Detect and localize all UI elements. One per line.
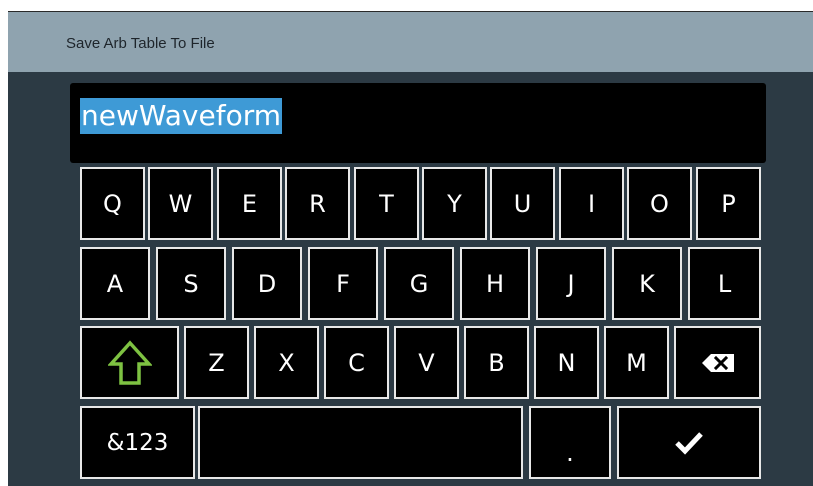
key-label: Q [103, 189, 122, 218]
key-e[interactable]: E [217, 167, 282, 240]
key-f[interactable]: F [308, 247, 378, 320]
key-s[interactable]: S [156, 247, 226, 320]
key-l[interactable]: L [688, 247, 761, 320]
dialog-title: Save Arb Table To File [66, 35, 215, 52]
key-label: N [557, 348, 576, 377]
key-label: D [257, 269, 277, 298]
key-label: O [650, 189, 669, 218]
key-label: V [418, 348, 435, 377]
key-j[interactable]: J [536, 247, 606, 320]
dialog-title-bar: Save Arb Table To File [8, 11, 813, 72]
shift-key[interactable] [80, 326, 179, 399]
key-b[interactable]: B [464, 326, 529, 399]
key-label: F [336, 269, 350, 298]
screen: Save Arb Table To File newWaveform Q W E… [8, 11, 813, 486]
key-label: H [485, 269, 505, 298]
key-h[interactable]: H [460, 247, 530, 320]
enter-key[interactable] [617, 406, 761, 479]
shift-arrow-icon [107, 339, 152, 385]
key-p[interactable]: P [696, 167, 761, 240]
key-label: K [639, 269, 655, 298]
key-q[interactable]: Q [80, 167, 145, 240]
key-d[interactable]: D [232, 247, 302, 320]
key-label: I [587, 189, 596, 218]
key-z[interactable]: Z [184, 326, 249, 399]
key-o[interactable]: O [627, 167, 692, 240]
key-label: B [488, 348, 505, 377]
key-label: C [348, 348, 365, 377]
key-m[interactable]: M [604, 326, 669, 399]
period-key[interactable]: . [529, 406, 611, 479]
key-u[interactable]: U [490, 167, 555, 240]
key-v[interactable]: V [394, 326, 459, 399]
backspace-key[interactable] [674, 326, 761, 399]
key-label: R [309, 189, 326, 218]
key-label: M [626, 348, 647, 377]
space-key[interactable] [198, 406, 523, 479]
key-k[interactable]: K [612, 247, 682, 320]
key-label: T [379, 189, 394, 218]
key-label: X [278, 348, 295, 377]
key-label: S [183, 269, 199, 298]
key-y[interactable]: Y [422, 167, 487, 240]
key-label: E [241, 189, 258, 218]
key-label: &123 [106, 429, 169, 456]
key-a[interactable]: A [80, 247, 150, 320]
key-label: . [566, 439, 574, 467]
backspace-icon [701, 353, 734, 372]
key-w[interactable]: W [148, 167, 213, 240]
filename-input-text[interactable]: newWaveform [80, 98, 283, 134]
key-label: Y [447, 189, 462, 218]
key-n[interactable]: N [534, 326, 599, 399]
key-label: G [409, 269, 429, 298]
key-label: A [106, 269, 124, 298]
key-label: P [721, 189, 736, 218]
key-c[interactable]: C [324, 326, 389, 399]
key-label: Z [208, 348, 225, 377]
key-t[interactable]: T [354, 167, 419, 240]
key-i[interactable]: I [559, 167, 624, 240]
key-label: L [717, 269, 732, 298]
key-x[interactable]: X [254, 326, 319, 399]
checkmark-icon [675, 431, 703, 455]
key-label: U [513, 189, 532, 218]
filename-input[interactable]: newWaveform [70, 83, 766, 163]
key-g[interactable]: G [384, 247, 454, 320]
numbers-key[interactable]: &123 [80, 406, 195, 479]
key-r[interactable]: R [285, 167, 350, 240]
key-label: W [168, 189, 193, 218]
key-label: J [567, 269, 575, 298]
